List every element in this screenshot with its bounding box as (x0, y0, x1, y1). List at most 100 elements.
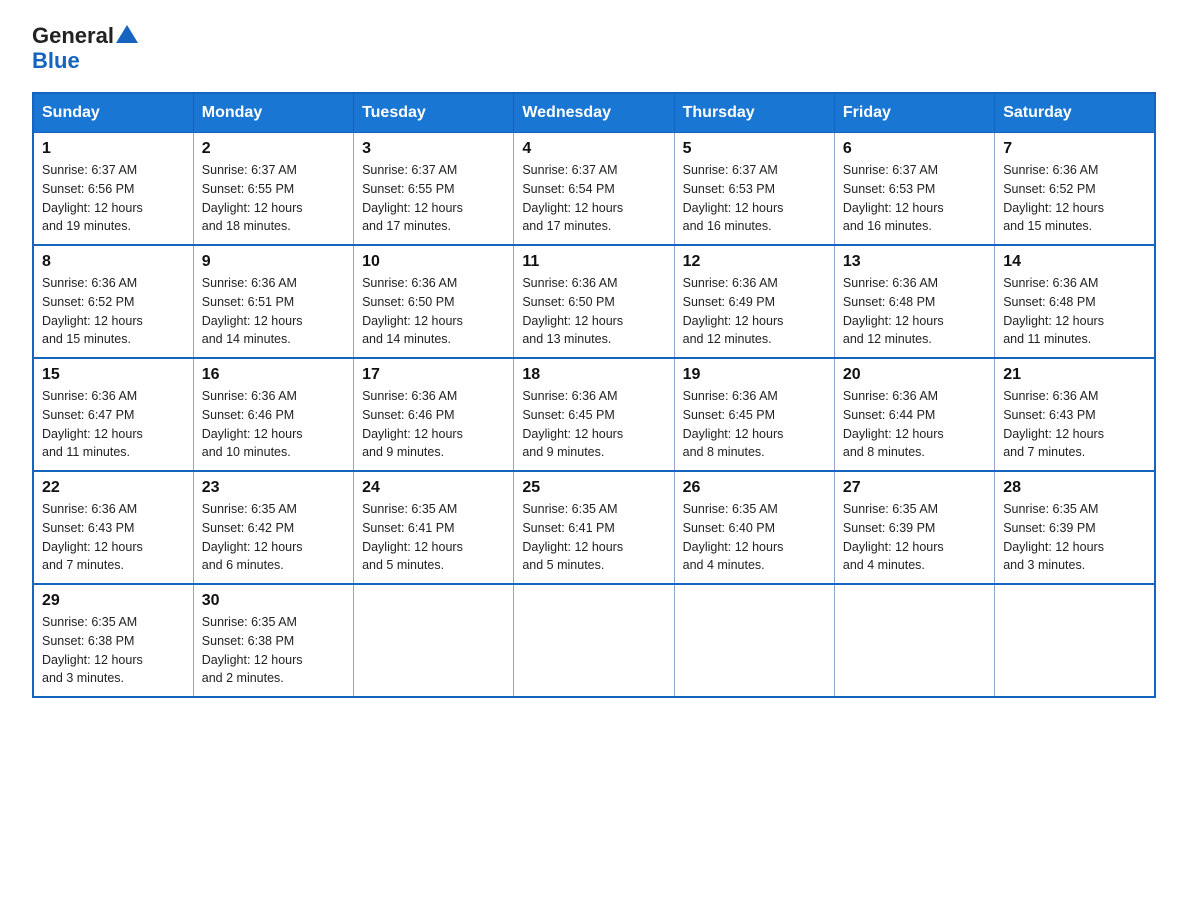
calendar-cell: 9Sunrise: 6:36 AMSunset: 6:51 PMDaylight… (193, 245, 353, 358)
day-number: 30 (202, 592, 345, 610)
day-info: Sunrise: 6:37 AMSunset: 6:55 PMDaylight:… (202, 161, 345, 236)
day-of-week-header: Wednesday (514, 93, 674, 133)
day-info: Sunrise: 6:37 AMSunset: 6:56 PMDaylight:… (42, 161, 185, 236)
day-info: Sunrise: 6:35 AMSunset: 6:42 PMDaylight:… (202, 500, 345, 575)
calendar-cell: 14 Sunrise: 6:36 AMSunset: 6:48 PMDayligh… (995, 245, 1155, 358)
day-info: Sunrise: 6:36 AMSunset: 6:49 PMDaylight:… (683, 274, 826, 349)
calendar-cell: 6Sunrise: 6:37 AMSunset: 6:53 PMDaylight… (834, 133, 994, 246)
calendar-cell: 13 Sunrise: 6:36 AMSunset: 6:48 PMDayligh… (834, 245, 994, 358)
day-info: Sunrise: 6:36 AMSunset: 6:47 PMDaylight:… (42, 387, 185, 462)
day-number: 1 (42, 140, 185, 158)
calendar-cell: 4 Sunrise: 6:37 AMSunset: 6:54 PMDaylight… (514, 133, 674, 246)
day-info: Sunrise: 6:36 AMSunset: 6:48 PMDaylight:… (843, 274, 986, 349)
day-number: 28 (1003, 479, 1146, 497)
day-info: Sunrise: 6:35 AMSunset: 6:39 PMDaylight:… (843, 500, 986, 575)
day-info: Sunrise: 6:37 AMSunset: 6:55 PMDaylight:… (362, 161, 505, 236)
calendar-cell (674, 584, 834, 697)
calendar-week-row: 1 Sunrise: 6:37 AMSunset: 6:56 PMDaylight… (33, 133, 1155, 246)
day-of-week-header: Thursday (674, 93, 834, 133)
day-info: Sunrise: 6:36 AMSunset: 6:43 PMDaylight:… (1003, 387, 1146, 462)
calendar-cell: 27 Sunrise: 6:35 AMSunset: 6:39 PMDayligh… (834, 471, 994, 584)
calendar-cell: 25Sunrise: 6:35 AMSunset: 6:41 PMDayligh… (514, 471, 674, 584)
calendar-cell: 19 Sunrise: 6:36 AMSunset: 6:45 PMDayligh… (674, 358, 834, 471)
day-number: 22 (42, 479, 185, 497)
day-info: Sunrise: 6:36 AMSunset: 6:50 PMDaylight:… (522, 274, 665, 349)
day-info: Sunrise: 6:36 AMSunset: 6:52 PMDaylight:… (42, 274, 185, 349)
day-number: 2 (202, 140, 345, 158)
day-number: 6 (843, 140, 986, 158)
calendar-cell: 3Sunrise: 6:37 AMSunset: 6:55 PMDaylight… (354, 133, 514, 246)
day-number: 20 (843, 366, 986, 384)
calendar-body: 1 Sunrise: 6:37 AMSunset: 6:56 PMDaylight… (33, 133, 1155, 698)
day-number: 10 (362, 253, 505, 271)
day-number: 12 (683, 253, 826, 271)
day-info: Sunrise: 6:37 AMSunset: 6:54 PMDaylight:… (522, 161, 665, 236)
day-info: Sunrise: 6:36 AMSunset: 6:45 PMDaylight:… (683, 387, 826, 462)
day-number: 27 (843, 479, 986, 497)
calendar-cell: 10 Sunrise: 6:36 AMSunset: 6:50 PMDayligh… (354, 245, 514, 358)
calendar-cell: 8Sunrise: 6:36 AMSunset: 6:52 PMDaylight… (33, 245, 193, 358)
day-info: Sunrise: 6:36 AMSunset: 6:46 PMDaylight:… (202, 387, 345, 462)
calendar-cell: 21 Sunrise: 6:36 AMSunset: 6:43 PMDayligh… (995, 358, 1155, 471)
logo: General Blue (32, 24, 138, 74)
day-number: 14 (1003, 253, 1146, 271)
day-number: 9 (202, 253, 345, 271)
calendar-week-row: 22 Sunrise: 6:36 AMSunset: 6:43 PMDayligh… (33, 471, 1155, 584)
day-info: Sunrise: 6:35 AMSunset: 6:39 PMDaylight:… (1003, 500, 1146, 575)
day-number: 11 (522, 253, 665, 271)
calendar-cell: 26 Sunrise: 6:35 AMSunset: 6:40 PMDayligh… (674, 471, 834, 584)
day-number: 7 (1003, 140, 1146, 158)
calendar-week-row: 29Sunrise: 6:35 AMSunset: 6:38 PMDayligh… (33, 584, 1155, 697)
header-row: SundayMondayTuesdayWednesdayThursdayFrid… (33, 93, 1155, 133)
day-info: Sunrise: 6:35 AMSunset: 6:41 PMDaylight:… (522, 500, 665, 575)
calendar-cell: 28 Sunrise: 6:35 AMSunset: 6:39 PMDayligh… (995, 471, 1155, 584)
day-number: 4 (522, 140, 665, 158)
day-number: 23 (202, 479, 345, 497)
day-of-week-header: Monday (193, 93, 353, 133)
calendar-week-row: 15Sunrise: 6:36 AMSunset: 6:47 PMDayligh… (33, 358, 1155, 471)
day-of-week-header: Tuesday (354, 93, 514, 133)
day-number: 18 (522, 366, 665, 384)
day-number: 13 (843, 253, 986, 271)
day-info: Sunrise: 6:36 AMSunset: 6:52 PMDaylight:… (1003, 161, 1146, 236)
calendar-cell (354, 584, 514, 697)
calendar-week-row: 8Sunrise: 6:36 AMSunset: 6:52 PMDaylight… (33, 245, 1155, 358)
day-info: Sunrise: 6:36 AMSunset: 6:48 PMDaylight:… (1003, 274, 1146, 349)
page-header: General Blue (32, 24, 1156, 74)
day-of-week-header: Saturday (995, 93, 1155, 133)
calendar-cell: 23 Sunrise: 6:35 AMSunset: 6:42 PMDayligh… (193, 471, 353, 584)
calendar-header: SundayMondayTuesdayWednesdayThursdayFrid… (33, 93, 1155, 133)
day-number: 24 (362, 479, 505, 497)
calendar-cell: 2 Sunrise: 6:37 AMSunset: 6:55 PMDaylight… (193, 133, 353, 246)
calendar-cell: 20 Sunrise: 6:36 AMSunset: 6:44 PMDayligh… (834, 358, 994, 471)
day-info: Sunrise: 6:36 AMSunset: 6:50 PMDaylight:… (362, 274, 505, 349)
day-of-week-header: Sunday (33, 93, 193, 133)
day-info: Sunrise: 6:37 AMSunset: 6:53 PMDaylight:… (683, 161, 826, 236)
calendar-cell: 29Sunrise: 6:35 AMSunset: 6:38 PMDayligh… (33, 584, 193, 697)
calendar-cell: 24 Sunrise: 6:35 AMSunset: 6:41 PMDayligh… (354, 471, 514, 584)
day-number: 26 (683, 479, 826, 497)
logo-triangle-icon (116, 25, 138, 43)
calendar-cell: 1 Sunrise: 6:37 AMSunset: 6:56 PMDaylight… (33, 133, 193, 246)
calendar-cell: 5Sunrise: 6:37 AMSunset: 6:53 PMDaylight… (674, 133, 834, 246)
calendar-cell: 18 Sunrise: 6:36 AMSunset: 6:45 PMDayligh… (514, 358, 674, 471)
day-info: Sunrise: 6:36 AMSunset: 6:45 PMDaylight:… (522, 387, 665, 462)
day-info: Sunrise: 6:36 AMSunset: 6:44 PMDaylight:… (843, 387, 986, 462)
day-of-week-header: Friday (834, 93, 994, 133)
calendar-cell (995, 584, 1155, 697)
calendar-cell: 11 Sunrise: 6:36 AMSunset: 6:50 PMDayligh… (514, 245, 674, 358)
logo-blue: Blue (32, 48, 80, 74)
day-number: 19 (683, 366, 826, 384)
day-number: 17 (362, 366, 505, 384)
day-number: 16 (202, 366, 345, 384)
day-info: Sunrise: 6:35 AMSunset: 6:40 PMDaylight:… (683, 500, 826, 575)
calendar-cell: 30 Sunrise: 6:35 AMSunset: 6:38 PMDayligh… (193, 584, 353, 697)
day-info: Sunrise: 6:36 AMSunset: 6:43 PMDaylight:… (42, 500, 185, 575)
day-info: Sunrise: 6:35 AMSunset: 6:38 PMDaylight:… (202, 613, 345, 688)
calendar-table: SundayMondayTuesdayWednesdayThursdayFrid… (32, 92, 1156, 698)
day-info: Sunrise: 6:35 AMSunset: 6:41 PMDaylight:… (362, 500, 505, 575)
calendar-cell: 22 Sunrise: 6:36 AMSunset: 6:43 PMDayligh… (33, 471, 193, 584)
calendar-cell: 7 Sunrise: 6:36 AMSunset: 6:52 PMDaylight… (995, 133, 1155, 246)
day-info: Sunrise: 6:36 AMSunset: 6:46 PMDaylight:… (362, 387, 505, 462)
day-number: 21 (1003, 366, 1146, 384)
